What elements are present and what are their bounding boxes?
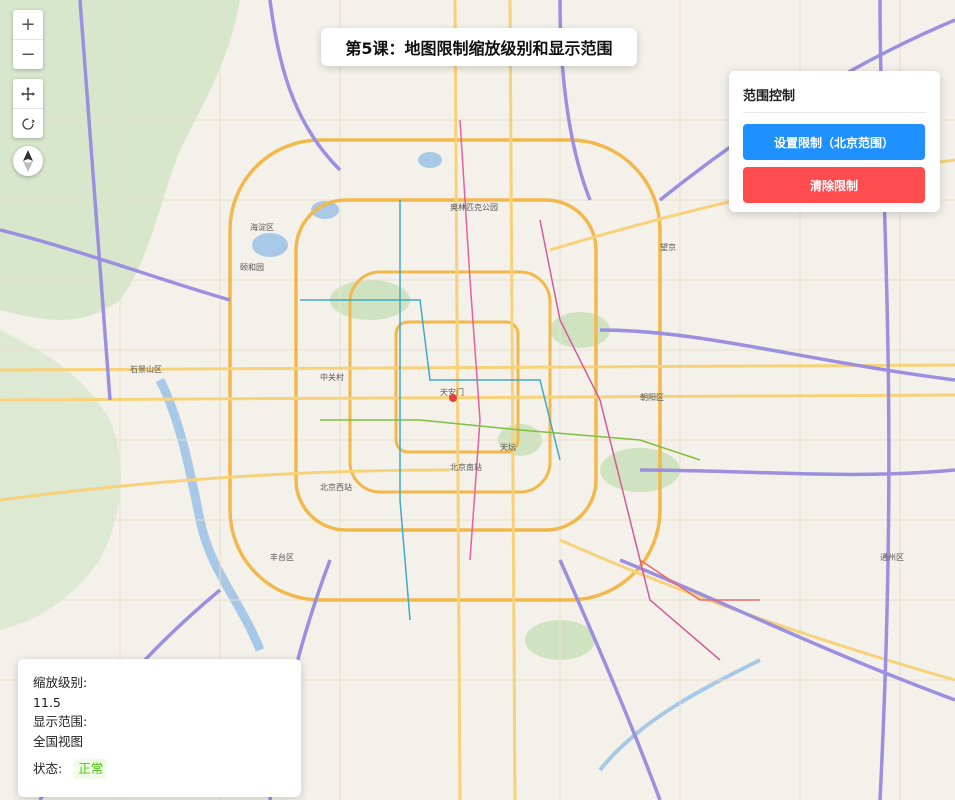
svg-text:海淀区: 海淀区 (250, 222, 274, 232)
status-label: 状态: (33, 761, 63, 776)
status-row: 状态: 正常 (33, 759, 286, 779)
zoom-out-button[interactable]: − (13, 40, 43, 69)
svg-text:望京: 望京 (660, 242, 676, 252)
zoom-in-button[interactable]: + (13, 10, 43, 40)
svg-text:石景山区: 石景山区 (130, 364, 162, 374)
pan-button[interactable] (13, 79, 43, 109)
svg-text:丰台区: 丰台区 (270, 552, 294, 562)
set-limit-button[interactable]: 设置限制（北京范围） (743, 124, 925, 160)
compass-icon (23, 150, 33, 172)
extent-label: 显示范围: (33, 714, 88, 729)
rotate-icon (22, 117, 35, 130)
map-info-panel: 缩放级别: 11.5 显示范围: 全国视图 状态: 正常 (18, 659, 301, 797)
svg-text:天坛: 天坛 (500, 442, 516, 452)
page-title: 第5课：地图限制缩放级别和显示范围 (321, 28, 637, 66)
panel-title: 范围控制 (743, 85, 926, 113)
map-controls: + − (13, 10, 43, 138)
pan-icon (21, 86, 35, 101)
compass-button[interactable] (13, 146, 43, 176)
svg-text:奥林匹克公园: 奥林匹克公园 (450, 202, 498, 212)
range-control-panel: 范围控制 设置限制（北京范围） 清除限制 (729, 71, 940, 212)
svg-text:北京西站: 北京西站 (320, 482, 352, 492)
tool-control (13, 79, 43, 138)
zoom-label: 缩放级别: (33, 675, 88, 690)
rotate-button[interactable] (13, 109, 43, 138)
svg-text:朝阳区: 朝阳区 (640, 393, 664, 402)
svg-text:北京南站: 北京南站 (450, 462, 482, 472)
zoom-in-icon: + (20, 14, 36, 35)
status-badge: 正常 (74, 759, 108, 779)
svg-text:通州区: 通州区 (880, 552, 904, 562)
clear-limit-button[interactable]: 清除限制 (743, 167, 925, 203)
zoom-out-icon: − (20, 44, 36, 65)
svg-text:颐和园: 颐和园 (240, 263, 264, 272)
svg-text:中关村: 中关村 (320, 372, 344, 382)
zoom-value: 11.5 (33, 694, 61, 710)
zoom-control: + − (13, 10, 43, 69)
extent-value: 全国视图 (33, 733, 84, 749)
